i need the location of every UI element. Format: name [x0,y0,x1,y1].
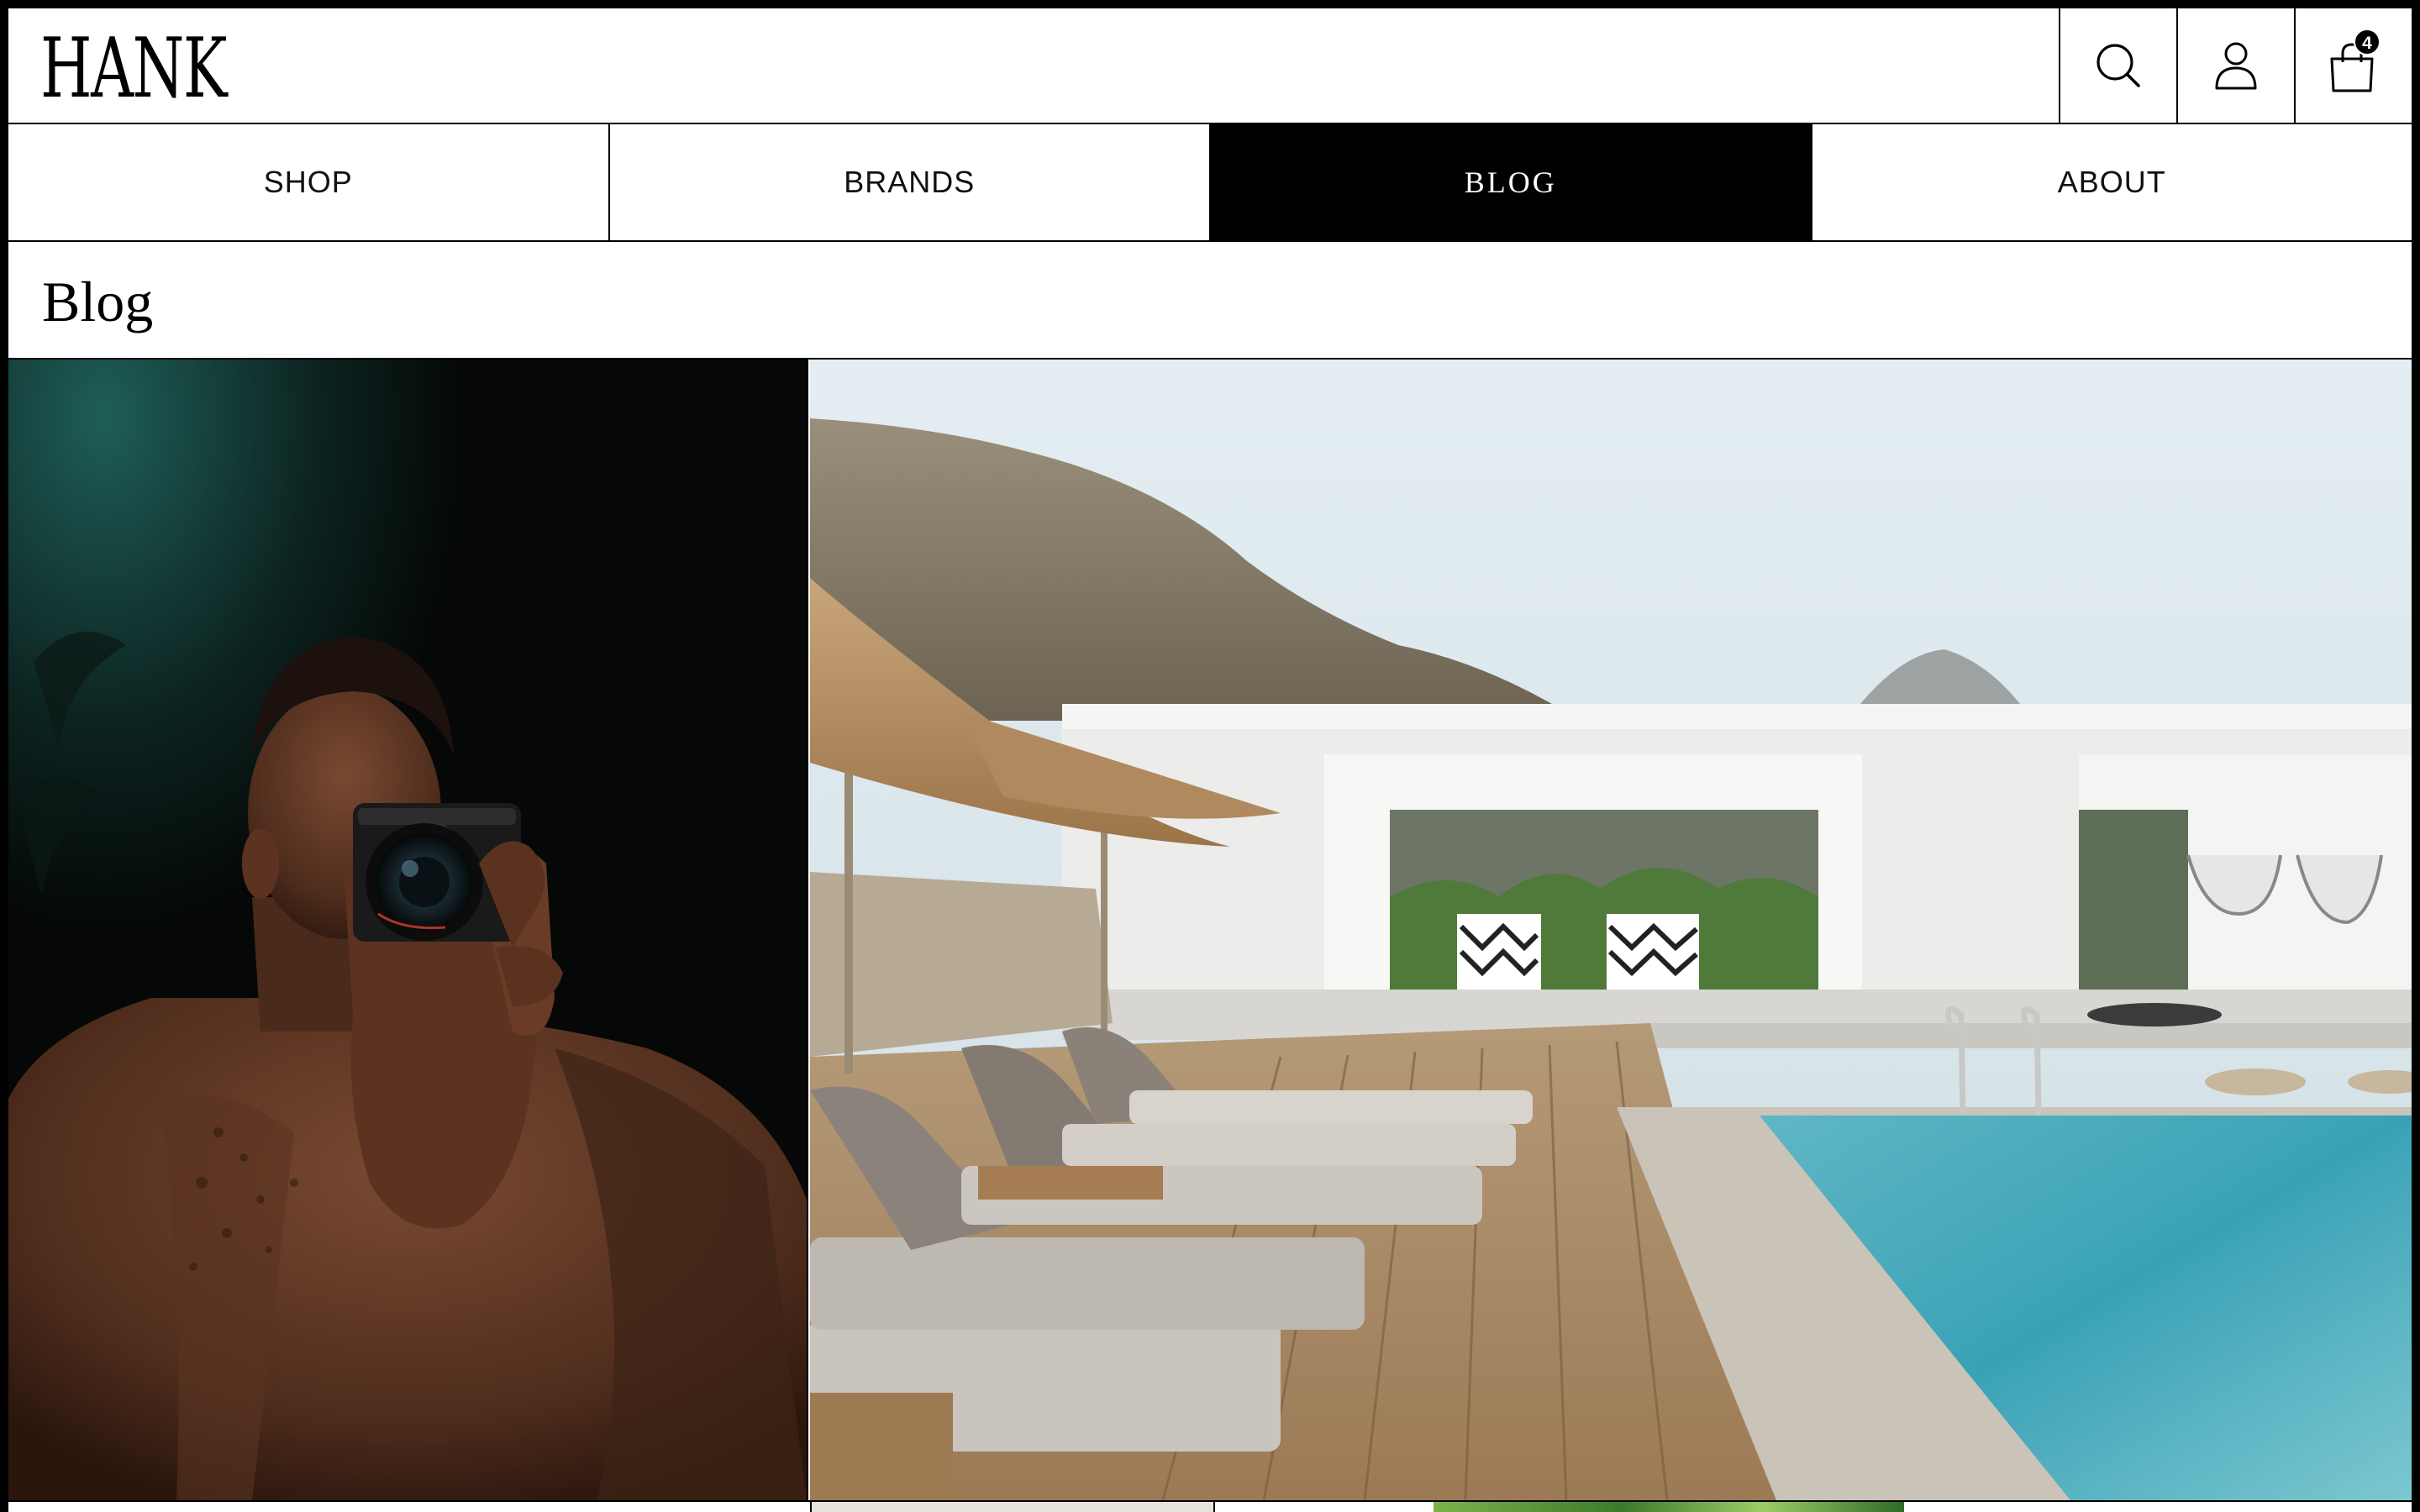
next-post-image-1[interactable] [810,1502,1215,1512]
page-title-bar: Blog [8,242,2412,360]
user-icon [2215,42,2257,90]
cart-count-badge: 4 [2354,29,2381,55]
next-post-image-2[interactable] [1213,1502,2412,1512]
site-logo[interactable]: HANK [40,25,228,113]
tab-brands[interactable]: BRANDS [609,124,1211,240]
tab-blog[interactable]: BLOG [1211,124,1812,240]
page-title: Blog [42,270,154,333]
main-nav: SHOP BRANDS BLOG ABOUT [8,124,2412,242]
account-button[interactable] [2176,8,2294,123]
tab-shop[interactable]: SHOP [8,124,610,240]
search-button[interactable] [2059,8,2176,123]
blog-post-image-pool[interactable] [810,360,2412,1500]
pool-resort-photo [810,360,2412,1500]
search-icon [2096,44,2140,87]
photographer-photo [8,360,807,1500]
cart-button[interactable]: 4 [2294,8,2412,123]
tab-about[interactable]: ABOUT [1812,124,2412,240]
site-header: HANK 4 [8,8,2412,124]
next-row-preview [8,1500,2412,1512]
page-frame: HANK 4 SHOP BRANDS BLOG ABOUT Blog [8,8,2412,1512]
blog-post-image-photographer[interactable] [8,360,808,1500]
